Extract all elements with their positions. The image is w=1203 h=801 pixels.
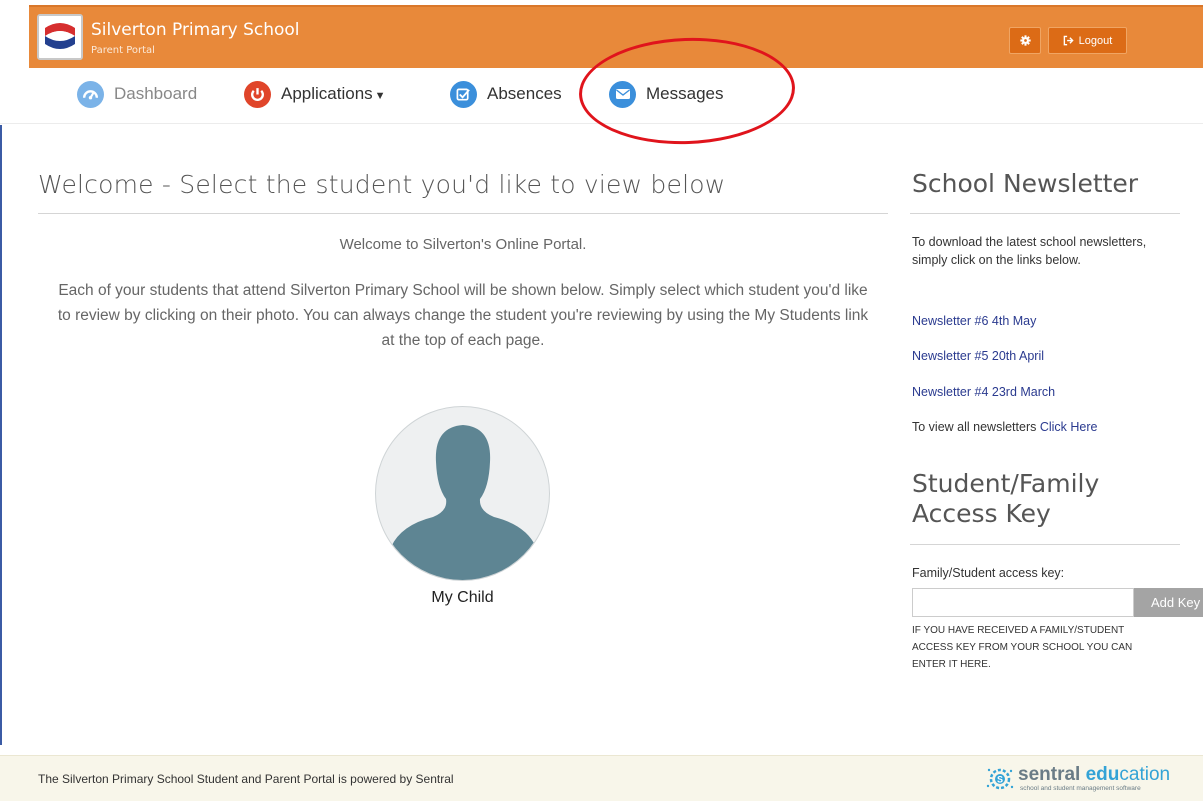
brand-tagline: school and student management software	[1020, 785, 1141, 792]
access-key-heading: Student/Family Access Key	[912, 469, 1100, 528]
newsletter-description: To download the latest school newsletter…	[912, 235, 1147, 267]
newsletter-link[interactable]: Newsletter #5 20th April	[912, 349, 1044, 363]
brand-edu: edu	[1085, 764, 1120, 785]
view-all-prefix: To view all newsletters	[912, 420, 1037, 434]
view-all-link[interactable]: Click Here	[1040, 420, 1098, 434]
logout-label: Logout	[1078, 34, 1113, 47]
nav-label-applications: Applications	[281, 84, 373, 103]
student-card[interactable]: My Child	[375, 406, 550, 606]
footer-text: The Silverton Primary School Student and…	[38, 772, 454, 786]
title-divider	[38, 213, 888, 214]
intro-text: Each of your students that attend Silver…	[57, 282, 869, 349]
gear-icon	[1019, 35, 1031, 46]
student-name[interactable]: My Child	[375, 589, 550, 607]
school-logo-icon	[39, 16, 81, 58]
page-title: Welcome - Select the student you'd like …	[38, 170, 726, 199]
newsletter-link[interactable]: Newsletter #6 4th May	[912, 314, 1036, 328]
svg-text:S: S	[997, 775, 1003, 785]
access-key-label: Family/Student access key:	[912, 566, 1065, 580]
logout-button[interactable]: Logout	[1048, 27, 1127, 54]
brand-light: cation	[1119, 764, 1171, 785]
sentral-brand[interactable]: S sentral education school and student m…	[985, 764, 1183, 796]
nav-item-applications[interactable]: Applications ▼	[244, 78, 386, 110]
nav-label-dashboard: Dashboard	[114, 84, 198, 103]
school-logo[interactable]	[37, 14, 83, 60]
newsletter-divider	[910, 213, 1180, 214]
access-key-help: If you have received a family/student ac…	[912, 625, 1133, 670]
newsletter-link[interactable]: Newsletter #4 23rd March	[912, 385, 1055, 399]
logout-icon	[1063, 35, 1074, 46]
chevron-down-icon: ▼	[374, 90, 386, 102]
newsletter-heading: School Newsletter	[912, 169, 1139, 198]
power-icon	[244, 80, 271, 108]
footer: The Silverton Primary School Student and…	[0, 755, 1203, 801]
portal-subtitle: Parent Portal	[91, 45, 155, 56]
add-key-button[interactable]: Add Key	[1134, 588, 1203, 617]
view-all-newsletters: To view all newsletters Click Here	[912, 420, 1098, 434]
access-key-input[interactable]	[912, 588, 1134, 617]
check-icon	[450, 80, 477, 108]
person-silhouette-icon	[391, 425, 536, 580]
school-name: Silverton Primary School	[91, 20, 300, 40]
settings-button[interactable]	[1009, 27, 1041, 54]
nav-label-absences: Absences	[487, 84, 562, 103]
dashboard-icon	[77, 80, 104, 108]
brand-wordmark: sentral education	[1018, 764, 1170, 786]
student-avatar[interactable]	[375, 406, 550, 581]
nav-item-absences[interactable]: Absences	[450, 78, 562, 110]
sentral-logo-icon: S	[986, 768, 1014, 790]
left-edge-line	[0, 125, 2, 745]
welcome-text: Welcome to Silverton's Online Portal.	[339, 236, 587, 253]
brand-bold: sentral	[1018, 764, 1081, 785]
nav-item-dashboard[interactable]: Dashboard	[77, 78, 197, 110]
access-key-divider	[910, 544, 1180, 545]
